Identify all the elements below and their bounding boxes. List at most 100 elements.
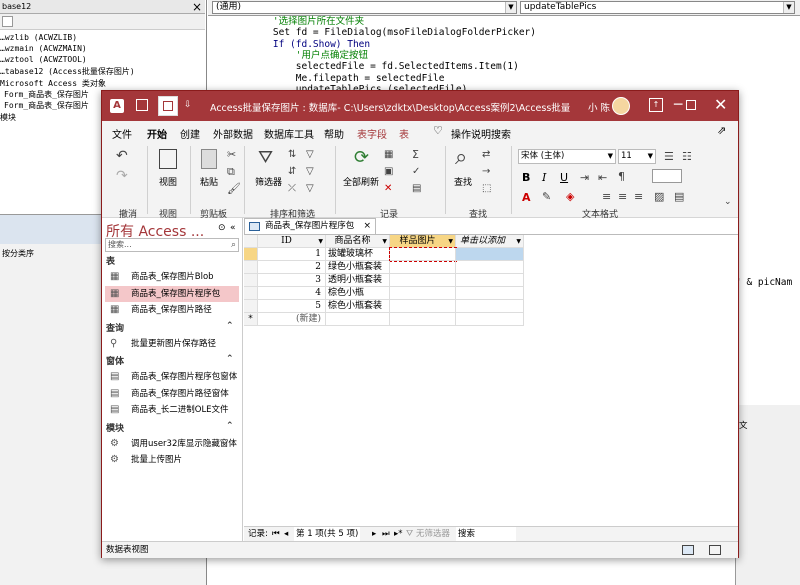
- undo-icon[interactable]: ↶: [116, 149, 128, 163]
- align-right-icon[interactable]: ≡: [634, 190, 643, 204]
- refresh-all-button[interactable]: 全部刷新: [343, 175, 379, 188]
- row-selector[interactable]: [244, 248, 258, 261]
- add-cell[interactable]: [456, 274, 524, 287]
- tree-item[interactable]: …wzmain (ACWZMAIN): [0, 43, 87, 54]
- ltr-icon[interactable]: ¶: [618, 170, 625, 184]
- nav-item[interactable]: ▦ 商品表_保存图片路径: [105, 302, 239, 318]
- table-row[interactable]: 5 棕色小瓶套装: [244, 300, 524, 313]
- fill-color-icon[interactable]: ◈: [566, 190, 574, 204]
- select-icon[interactable]: ⬚: [482, 182, 491, 196]
- highlight-icon[interactable]: ✎: [542, 190, 551, 204]
- tab-database-tools[interactable]: 数据库工具: [264, 126, 314, 141]
- search-icon[interactable]: ⌕: [455, 147, 467, 169]
- image-cell[interactable]: [390, 300, 456, 313]
- bullets-icon[interactable]: ☰: [664, 150, 674, 164]
- tree-item[interactable]: Microsoft Access 类对象: [0, 78, 106, 89]
- align-left-icon[interactable]: ≡: [602, 190, 611, 204]
- add-cell[interactable]: [456, 261, 524, 274]
- name-cell[interactable]: 棕色小瓶: [326, 287, 390, 300]
- new-row-add-cell[interactable]: [456, 313, 524, 326]
- font-color-icon[interactable]: A: [522, 191, 531, 204]
- row-selector[interactable]: [244, 274, 258, 287]
- new-record-nav-icon[interactable]: ▸*: [394, 527, 403, 541]
- column-header-add[interactable]: 单击以添加 ▼: [456, 235, 524, 248]
- user-name[interactable]: 小 陈: [588, 100, 610, 114]
- gridlines-icon[interactable]: [652, 169, 682, 183]
- close-icon[interactable]: ×: [190, 0, 204, 14]
- outdent-icon[interactable]: ⇤: [598, 171, 607, 185]
- add-cell[interactable]: [456, 248, 524, 261]
- table-row[interactable]: 4 棕色小瓶: [244, 287, 524, 300]
- filter-button[interactable]: 筛选器: [255, 175, 282, 188]
- format-painter-icon[interactable]: 🖌: [227, 182, 241, 196]
- refresh-icon[interactable]: ⟳: [354, 149, 369, 167]
- tree-item[interactable]: Form_商品表_保存图片: [4, 100, 89, 111]
- first-record-icon[interactable]: ⏮: [272, 527, 280, 541]
- table-row[interactable]: 1 拔罐玻璃杯: [244, 247, 524, 262]
- table-row[interactable]: 2 绿色小瓶套装: [244, 261, 524, 274]
- id-cell[interactable]: 1: [258, 248, 326, 261]
- underline-icon[interactable]: U: [560, 171, 568, 184]
- view-code-icon[interactable]: [2, 16, 13, 27]
- save-icon[interactable]: [136, 99, 148, 111]
- id-cell[interactable]: 5: [258, 300, 326, 313]
- delete-record-icon[interactable]: ✕: [384, 182, 392, 196]
- selection-filter-icon[interactable]: ▽: [306, 148, 314, 162]
- nav-section-header[interactable]: 查询: [106, 321, 124, 334]
- name-cell[interactable]: 绿色小瓶套装: [326, 261, 390, 274]
- design-view-icon[interactable]: [709, 545, 721, 555]
- tab-help[interactable]: 帮助: [324, 126, 344, 141]
- nav-item[interactable]: ⚙ 调用user32库显示隐藏窗体: [105, 436, 239, 452]
- minimize-icon[interactable]: ─: [674, 98, 682, 112]
- row-selector[interactable]: [244, 261, 258, 274]
- copy-icon[interactable]: ⧉: [227, 165, 235, 179]
- ribbon-display-icon[interactable]: ↑: [649, 98, 663, 112]
- avatar[interactable]: [612, 97, 630, 115]
- chevron-up-icon[interactable]: ⌃: [226, 321, 234, 331]
- close-icon[interactable]: ×: [363, 219, 371, 234]
- chevron-down-icon[interactable]: ▼: [382, 235, 387, 248]
- bg-color-icon[interactable]: ▨: [654, 190, 664, 204]
- tab-document[interactable]: 商品表_保存图片程序包 ×: [244, 218, 376, 234]
- column-header-name[interactable]: 商品名称 ▼: [326, 235, 390, 248]
- more-records-icon[interactable]: ▤: [412, 182, 421, 196]
- chevron-down-icon[interactable]: ▼: [318, 235, 323, 248]
- last-record-icon[interactable]: ⏭: [382, 527, 390, 541]
- tell-me-search[interactable]: 操作说明搜索: [451, 126, 511, 141]
- nav-item[interactable]: ▤ 商品表_长二进制OLE文件: [105, 402, 239, 418]
- replace-icon[interactable]: ⇄: [482, 148, 490, 162]
- name-cell[interactable]: 棕色小瓶套装: [326, 300, 390, 313]
- chevron-down-icon[interactable]: ▼: [516, 235, 521, 248]
- row-selector[interactable]: [244, 300, 258, 313]
- view-button[interactable]: 视图: [159, 175, 177, 188]
- tab-create[interactable]: 创建: [180, 126, 200, 141]
- name-cell[interactable]: 透明小瓶套装: [326, 274, 390, 287]
- collapse-ribbon-icon[interactable]: ⌄: [724, 195, 732, 209]
- tree-item[interactable]: …wzlib (ACWZLIB): [0, 32, 77, 43]
- maximize-icon[interactable]: [686, 100, 696, 110]
- image-cell[interactable]: [390, 287, 456, 300]
- id-cell[interactable]: 2: [258, 261, 326, 274]
- filter-icon[interactable]: ⛛: [258, 149, 273, 167]
- toggle-filter-icon[interactable]: ▽: [306, 182, 314, 196]
- numbering-icon[interactable]: ☷: [682, 150, 692, 164]
- find-button[interactable]: 查找: [454, 175, 472, 188]
- redo-icon[interactable]: ↷: [116, 169, 128, 183]
- nav-item[interactable]: ▦ 商品表_保存图片程序包: [105, 285, 239, 302]
- new-row-selector[interactable]: *: [244, 313, 258, 326]
- share-icon[interactable]: ⇗: [717, 124, 726, 137]
- id-cell[interactable]: 3: [258, 274, 326, 287]
- align-center-icon[interactable]: ≡: [618, 190, 627, 204]
- tab-table[interactable]: 表: [399, 126, 409, 141]
- tree-item[interactable]: Form_商品表_保存图片: [4, 89, 89, 100]
- row-selector[interactable]: [244, 287, 258, 300]
- column-header-image[interactable]: 样品图片 ▼: [390, 235, 456, 248]
- remove-sort-icon[interactable]: ⤫: [288, 182, 296, 196]
- tree-item[interactable]: …wztool (ACWZTOOL): [0, 54, 87, 65]
- tab-file[interactable]: 文件: [112, 126, 132, 141]
- close-icon[interactable]: ✕: [714, 96, 727, 114]
- indent-icon[interactable]: ⇥: [580, 171, 589, 185]
- paste-icon[interactable]: [201, 149, 217, 169]
- object-combo[interactable]: (通用) ▼: [212, 1, 517, 14]
- chevron-down-icon[interactable]: ⊙: [218, 223, 226, 233]
